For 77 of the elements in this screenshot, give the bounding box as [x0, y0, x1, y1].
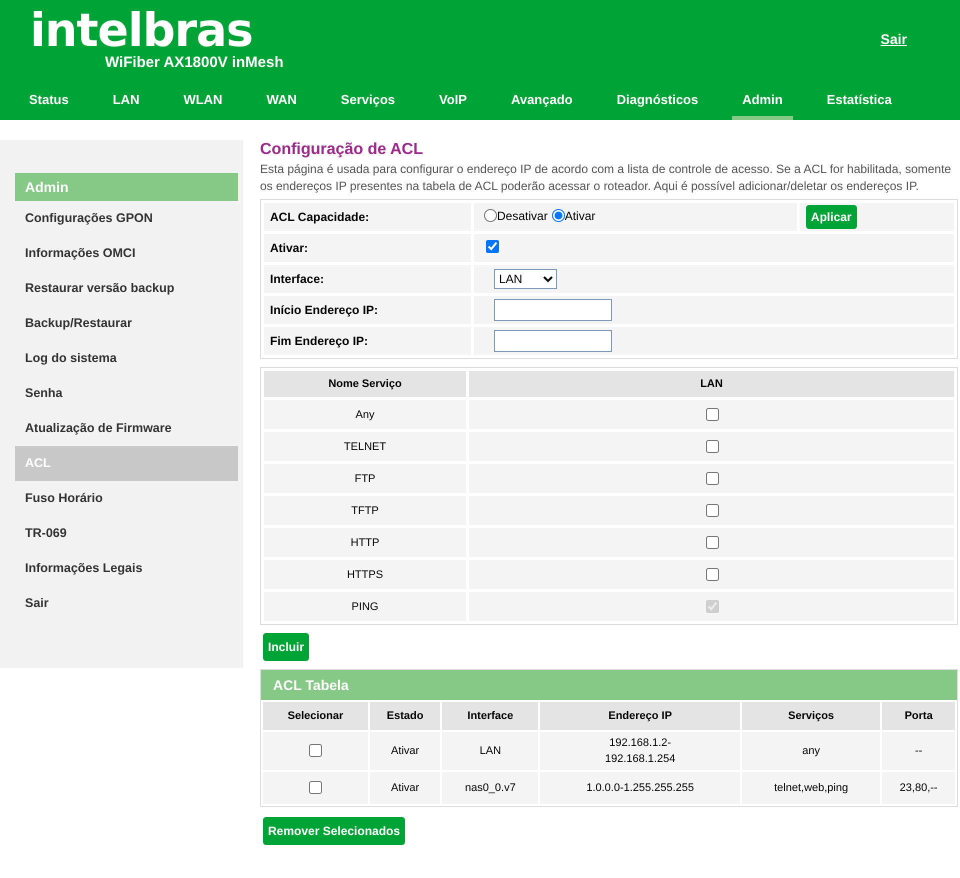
radio-label: Ativar: [564, 208, 596, 223]
input-field[interactable]: [494, 299, 612, 321]
sidebar-item[interactable]: Atualização de Firmware: [15, 411, 238, 446]
checkbox[interactable]: [706, 568, 718, 581]
table-cell: HTTPS: [264, 560, 466, 589]
table-cell: FTP: [264, 464, 466, 493]
sidebar-title: Admin: [15, 173, 238, 201]
sidebar-item[interactable]: Senha: [15, 376, 238, 411]
field-label: Início Endereço IP:: [264, 296, 471, 324]
column-header: Nome Serviço: [264, 371, 466, 397]
checkbox[interactable]: [706, 536, 718, 549]
checkbox[interactable]: [309, 780, 322, 794]
radio-button[interactable]: [484, 209, 497, 222]
sidebar-item[interactable]: Log do sistema: [15, 341, 238, 376]
page-title: Configuração de ACL: [260, 141, 424, 159]
model-name: WiFiber AX1800V inMesh: [105, 54, 284, 71]
checkbox[interactable]: [706, 472, 718, 485]
table-cell: TFTP: [264, 496, 466, 525]
sidebar-item[interactable]: Sair: [15, 586, 238, 621]
table-cell: PING: [264, 592, 466, 621]
table-cell: HTTP: [264, 528, 466, 557]
column-header: Estado: [370, 702, 440, 730]
nav-tab[interactable]: Status: [19, 91, 79, 120]
checkbox[interactable]: [706, 504, 718, 517]
sidebar-item[interactable]: Backup/Restaurar: [15, 306, 238, 341]
nav-tab[interactable]: Admin: [732, 91, 793, 120]
sidebar-item[interactable]: Restaurar versão backup: [15, 271, 238, 306]
nav-tab[interactable]: Diagnósticos: [606, 91, 708, 120]
field-label: Fim Endereço IP:: [264, 327, 471, 355]
field-label: Interface:: [264, 265, 471, 293]
radio-label: Desativar: [497, 208, 548, 223]
column-header: Porta: [882, 702, 955, 730]
nav-tab[interactable]: VoIP: [429, 91, 477, 120]
table-cell: Any: [264, 400, 466, 429]
checkbox[interactable]: [706, 440, 718, 453]
sidebar-item[interactable]: Configurações GPON: [15, 201, 238, 236]
nav-tab[interactable]: LAN: [102, 91, 150, 120]
checkbox[interactable]: [309, 744, 322, 756]
radio-button[interactable]: [552, 209, 565, 222]
interface-dropdown[interactable]: LAN: [494, 269, 557, 289]
apply-button[interactable]: Aplicar: [806, 205, 857, 229]
table-cell: TELNET: [264, 432, 466, 461]
sidebar-item[interactable]: Fuso Horário: [15, 481, 238, 516]
panel-title: ACL Tabela: [261, 670, 957, 700]
table-cell: 192.168.1.2- 192.168.1.254: [540, 732, 740, 770]
checkbox[interactable]: [706, 408, 718, 421]
add-button[interactable]: Incluir: [263, 633, 310, 661]
logout-link[interactable]: Sair: [880, 31, 907, 47]
sidebar-item[interactable]: Informações OMCI: [15, 236, 238, 271]
checkbox[interactable]: [486, 240, 499, 253]
sidebar-item[interactable]: TR-069: [15, 516, 238, 551]
remove-button[interactable]: Remover Selecionados: [263, 817, 406, 845]
nav-tab[interactable]: Serviços: [330, 91, 405, 120]
field-label: ACL Capacidade:: [264, 203, 471, 231]
table-cell: any: [742, 732, 880, 770]
table-cell: 1.0.0.0-1.255.255.255: [540, 772, 740, 804]
table-cell: nas0_0.v7: [442, 772, 538, 804]
table-cell: --: [882, 732, 955, 770]
column-header: Endereço IP: [540, 702, 740, 730]
column-header: Serviços: [742, 702, 880, 730]
column-header: Selecionar: [263, 702, 368, 730]
table-cell: Ativar: [370, 772, 440, 804]
sidebar-item[interactable]: Informações Legais: [15, 551, 238, 586]
table-cell: telnet,web,ping: [742, 772, 880, 804]
column-header: LAN: [469, 371, 954, 397]
table-cell: LAN: [442, 732, 538, 770]
nav-tab[interactable]: Avançado: [500, 91, 583, 120]
nav-tab[interactable]: WAN: [256, 91, 307, 120]
nav-tab[interactable]: WLAN: [173, 91, 232, 120]
field-label: Ativar:: [264, 234, 471, 262]
input-field[interactable]: [494, 330, 612, 352]
table-cell: 23,80,--: [882, 772, 955, 804]
table-cell: Ativar: [370, 732, 440, 770]
column-header: Interface: [442, 702, 538, 730]
page-description: Esta página é usada para configurar o endereço IP de acordo com a lista de controle de acesso. Se a ACL for habilitada, somente os endereços IP presentes na tabela de ACL poderão acessar o roteador. Aqui é possível adicionar/deletar os endereços IP.: [260, 161, 952, 195]
logo: intelbras: [30, 2, 253, 57]
nav-tab[interactable]: Estatística: [816, 91, 902, 120]
